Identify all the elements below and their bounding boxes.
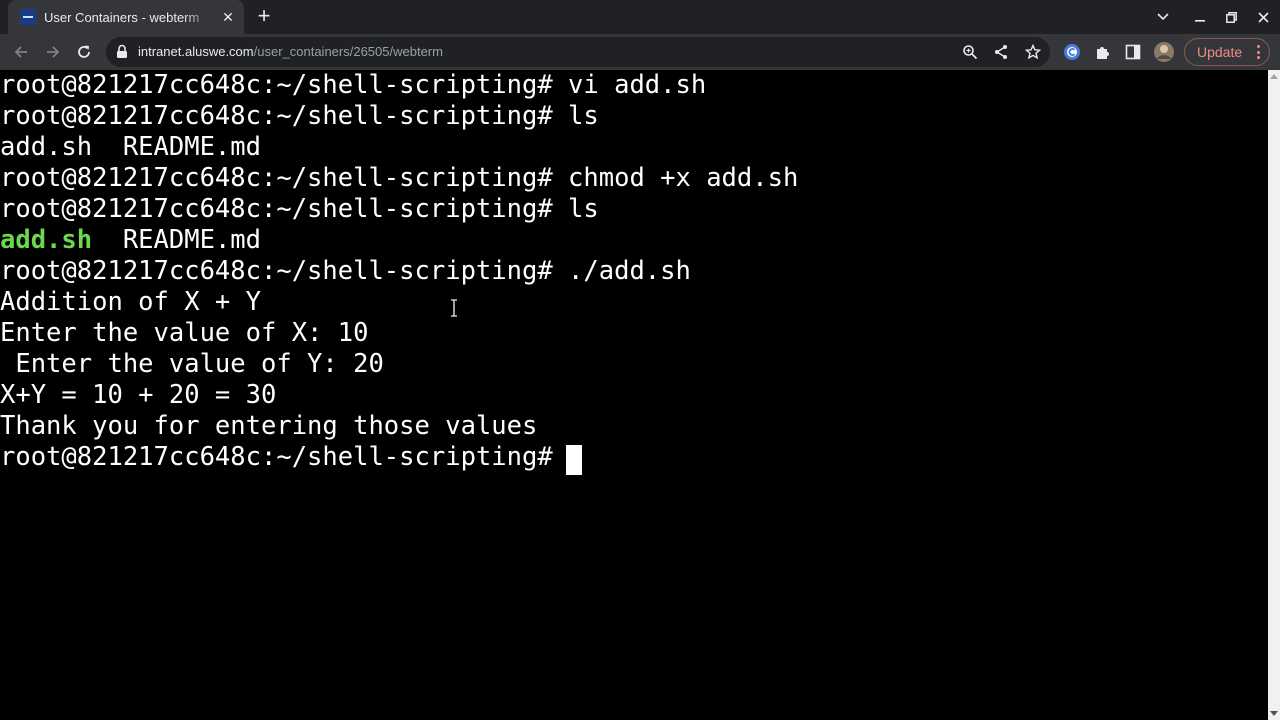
tab-strip: User Containers - webterm ✕ + — [0, 0, 1280, 34]
terminal-line-rest: README.md — [92, 225, 262, 255]
terminal-line: root@821217cc648c:~/shell-scripting# ls — [0, 194, 599, 224]
terminal-line: X+Y = 10 + 20 = 30 — [0, 380, 277, 410]
minimize-icon[interactable] — [1188, 5, 1212, 29]
update-button[interactable]: Update — [1184, 38, 1270, 66]
extensions-puzzle-icon[interactable] — [1092, 41, 1114, 63]
webterm-favicon-icon — [20, 9, 36, 25]
terminal-scrollbar[interactable] — [1268, 70, 1280, 720]
restore-icon[interactable] — [1219, 5, 1243, 29]
text-cursor-ibeam-icon — [449, 299, 459, 322]
scroll-up-arrow-icon[interactable] — [1270, 74, 1278, 79]
close-icon[interactable] — [1251, 5, 1275, 29]
url-host: intranet.aluswe.com — [138, 44, 254, 59]
zoom-icon[interactable] — [960, 42, 980, 62]
extension-c-icon[interactable] — [1061, 41, 1083, 63]
terminal-line: Addition of X + Y — [0, 287, 261, 317]
browser-toolbar: intranet.aluswe.com/user_containers/2650… — [0, 34, 1280, 70]
terminal-line: root@821217cc648c:~/shell-scripting# chm… — [0, 163, 799, 193]
back-icon[interactable] — [8, 39, 34, 65]
tab-title: User Containers - webterm — [44, 9, 200, 25]
update-label: Update — [1197, 44, 1243, 60]
terminal-prompt-line: root@821217cc648c:~/shell-scripting# — [0, 442, 569, 472]
url-path: /user_containers/26505/webterm — [253, 44, 443, 59]
executable-filename: add.sh — [0, 225, 93, 255]
terminal-cursor — [566, 445, 582, 475]
terminal-line: Enter the value of X: 10 — [0, 318, 369, 348]
tab-close-icon[interactable]: ✕ — [220, 9, 236, 25]
sidepanel-icon[interactable] — [1122, 41, 1144, 63]
share-icon[interactable] — [991, 42, 1011, 62]
address-bar[interactable]: intranet.aluswe.com/user_containers/2650… — [106, 37, 1050, 67]
terminal-line: root@821217cc648c:~/shell-scripting# vi … — [0, 70, 707, 100]
reload-icon[interactable] — [71, 39, 97, 65]
url-text[interactable]: intranet.aluswe.com/user_containers/2650… — [138, 44, 443, 60]
terminal-output[interactable]: root@821217cc648c:~/shell-scripting# vi … — [0, 70, 1268, 720]
terminal-line: root@821217cc648c:~/shell-scripting# ls — [0, 101, 599, 131]
lock-icon[interactable] — [116, 44, 128, 64]
bookmark-star-icon[interactable] — [1023, 42, 1043, 62]
chevron-down-icon[interactable] — [1151, 5, 1175, 29]
new-tab-button[interactable]: + — [252, 5, 276, 29]
terminal-line: Enter the value of Y: 20 — [0, 349, 384, 379]
terminal-line: Thank you for entering those values — [0, 411, 538, 441]
terminal-line: root@821217cc648c:~/shell-scripting# ./a… — [0, 256, 691, 286]
terminal-line: add.sh README.md — [0, 132, 261, 162]
scroll-down-arrow-icon[interactable] — [1270, 711, 1278, 716]
menu-dots-icon — [1257, 45, 1261, 59]
browser-tab[interactable]: User Containers - webterm ✕ — [8, 0, 244, 34]
terminal-line: add.sh README.md — [0, 225, 261, 256]
forward-icon[interactable] — [40, 39, 66, 65]
profile-avatar[interactable] — [1153, 41, 1175, 63]
